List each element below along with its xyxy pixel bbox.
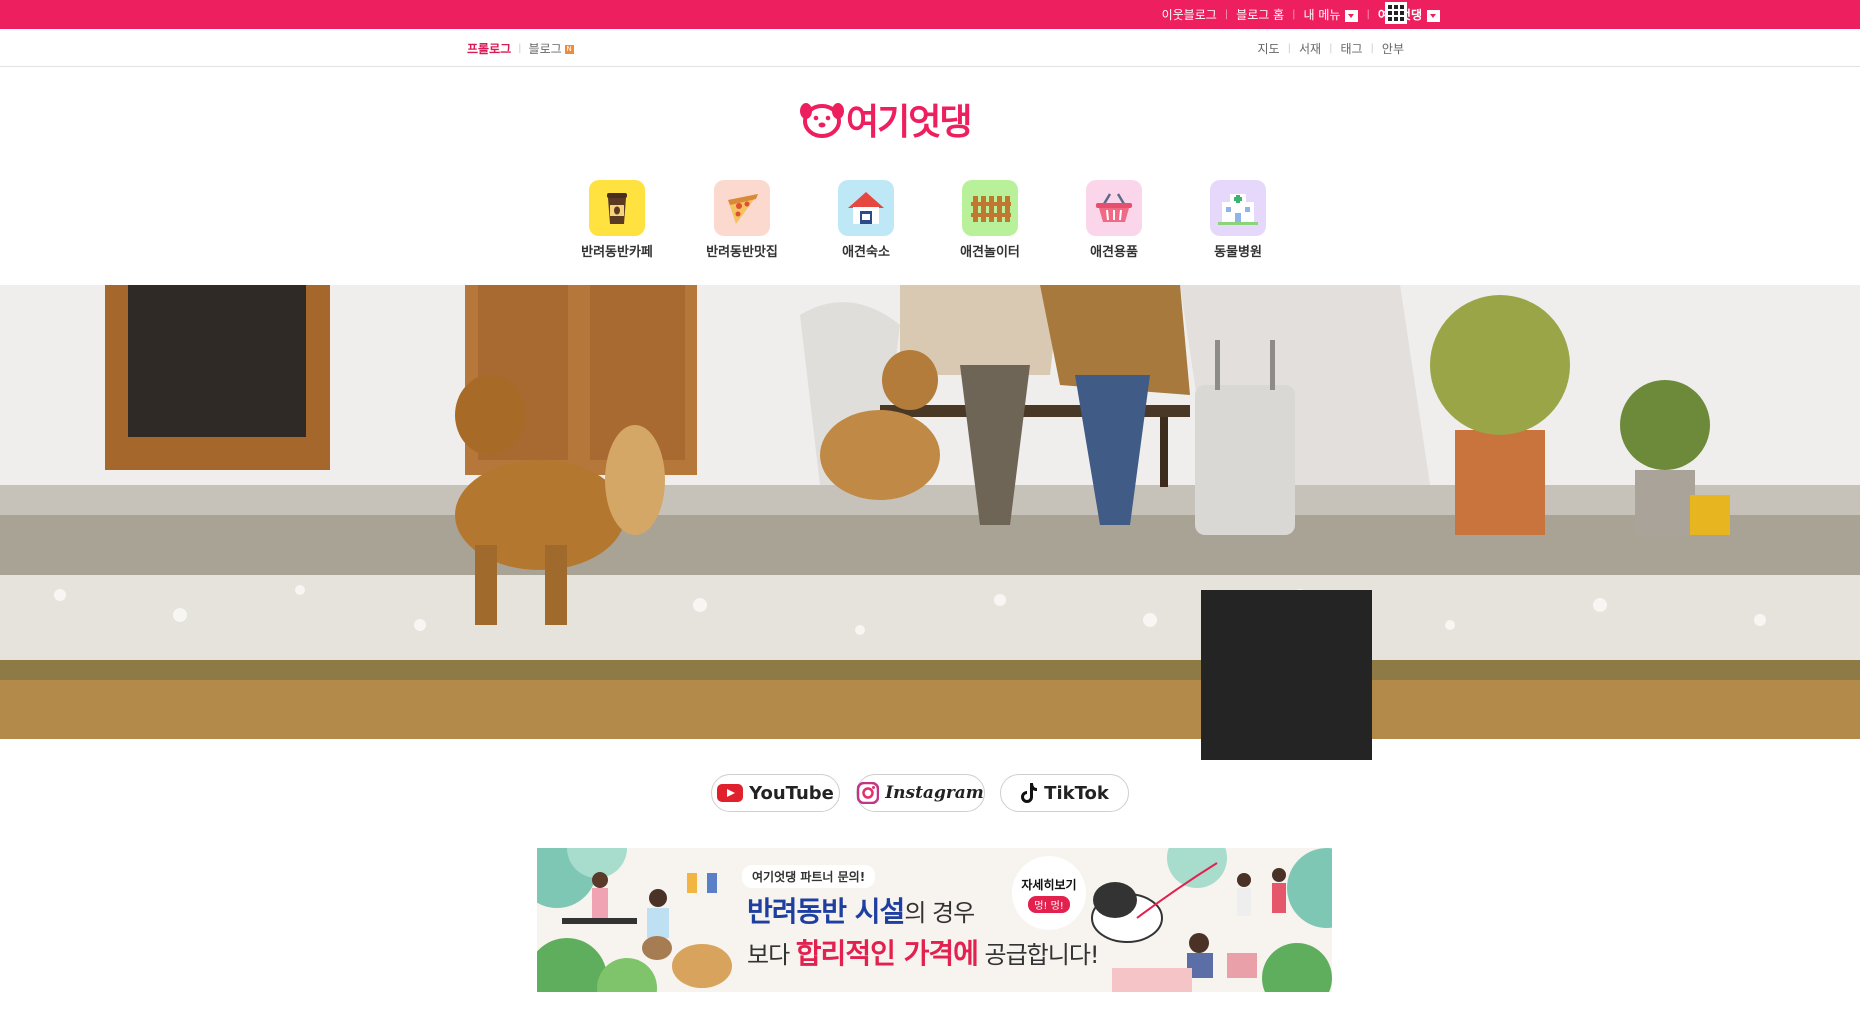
- hospital-icon: [1210, 180, 1266, 236]
- banner-subline-c: 공급합니다!: [977, 941, 1100, 969]
- category-supplies[interactable]: 애견용품: [1059, 180, 1169, 260]
- youtube-label: YouTube: [749, 782, 834, 804]
- category-label: 반려동반맛집: [706, 245, 778, 260]
- divider: |: [1370, 42, 1374, 54]
- category-label: 애견놀이터: [960, 245, 1020, 260]
- partner-banner[interactable]: 여기엇댕 파트너 문의! 반려동반 시설의 경우 보다 합리적인 가격에 공급합…: [537, 848, 1332, 992]
- subnav-left: 프롤로그 | 블로그 N: [467, 29, 574, 67]
- basket-icon: [1086, 180, 1142, 236]
- pizza-slice-icon: [714, 180, 770, 236]
- coffee-cup-icon: [589, 180, 645, 236]
- tab-blog-label: 블로그: [528, 41, 562, 56]
- chevron-down-icon: [1427, 9, 1440, 22]
- neighbor-blog-link[interactable]: 이웃블로그: [1162, 6, 1217, 23]
- blog-home-link[interactable]: 블로그 홈: [1236, 6, 1284, 23]
- top-bar: 이웃블로그 | 블로그 홈 | 내 메뉴 | 여기엇댕: [0, 0, 1860, 29]
- social-links: YouTube Instagram TikTok: [0, 774, 1860, 812]
- divider: |: [1329, 42, 1333, 54]
- divider: |: [518, 42, 522, 54]
- category-label: 애견용품: [1090, 245, 1138, 260]
- logo-text: 여기엇댕: [846, 102, 972, 143]
- banner-more-button[interactable]: 자세히보기 멍! 멍!: [1012, 856, 1086, 930]
- divider: |: [1292, 9, 1296, 20]
- banner-headline-a: 반려동반 시설: [747, 895, 905, 928]
- tiktok-icon: [1021, 783, 1038, 803]
- tag-link[interactable]: 태그: [1340, 40, 1362, 57]
- youtube-icon: [717, 784, 744, 802]
- category-cafe[interactable]: 반려동반카페: [562, 180, 672, 260]
- divider: |: [1224, 9, 1229, 20]
- blog-logo[interactable]: 여기엇댕: [800, 96, 972, 143]
- my-menu-dropdown[interactable]: 내 메뉴: [1304, 6, 1359, 23]
- banner-more-sub: 멍! 멍!: [1028, 896, 1070, 913]
- divider: |: [1287, 42, 1291, 54]
- app-grid-icon[interactable]: [1385, 2, 1407, 24]
- instagram-icon: [857, 782, 880, 804]
- hero-image: [0, 285, 1860, 739]
- map-link[interactable]: 지도: [1258, 40, 1280, 57]
- banner-subline-a: 보다: [747, 941, 796, 969]
- banner-subline-b: 합리적인 가격에: [795, 937, 979, 970]
- house-icon: [838, 180, 894, 236]
- library-link[interactable]: 서재: [1299, 40, 1321, 57]
- instagram-button[interactable]: Instagram: [856, 774, 985, 812]
- banner-tag: 여기엇댕 파트너 문의!: [742, 865, 876, 888]
- tiktok-button[interactable]: TikTok: [1000, 774, 1129, 812]
- category-playground[interactable]: 애견놀이터: [935, 180, 1045, 260]
- blog-subnav: 프롤로그 | 블로그 N 지도 | 서재 | 태그 | 안부: [0, 29, 1860, 67]
- category-label: 애견숙소: [842, 245, 890, 260]
- subnav-right: 지도 | 서재 | 태그 | 안부: [1258, 29, 1405, 67]
- fence-icon: [962, 180, 1018, 236]
- chevron-down-icon: [1345, 9, 1359, 22]
- tab-prologue[interactable]: 프롤로그: [467, 40, 511, 57]
- category-restaurant[interactable]: 반려동반맛집: [687, 180, 797, 260]
- my-menu-label: 내 메뉴: [1303, 8, 1341, 22]
- tiktok-label: TikTok: [1044, 782, 1109, 804]
- guestbook-link[interactable]: 안부: [1382, 40, 1404, 57]
- category-label: 반려동반카페: [581, 245, 653, 260]
- banner-headline-b: 의 경우: [904, 899, 975, 927]
- divider: |: [1366, 9, 1370, 20]
- overlay-box: [1201, 590, 1372, 760]
- banner-subline: 보다 합리적인 가격에 공급합니다!: [747, 932, 1100, 972]
- category-menu: 반려동반카페 반려동반맛집 애견숙소 애견놀이터 애견용품 동물병원: [0, 180, 1860, 260]
- tab-blog[interactable]: 블로그 N: [529, 40, 574, 57]
- banner-more-title: 자세히보기: [1021, 878, 1077, 892]
- puppy-face-icon: [800, 103, 844, 138]
- youtube-button[interactable]: YouTube: [711, 774, 840, 812]
- category-label: 동물병원: [1214, 245, 1262, 260]
- category-hospital[interactable]: 동물병원: [1183, 180, 1293, 260]
- instagram-label: Instagram: [885, 783, 984, 803]
- banner-headline: 반려동반 시설의 경우: [747, 890, 975, 930]
- category-lodging[interactable]: 애견숙소: [811, 180, 921, 260]
- new-badge: N: [564, 44, 574, 54]
